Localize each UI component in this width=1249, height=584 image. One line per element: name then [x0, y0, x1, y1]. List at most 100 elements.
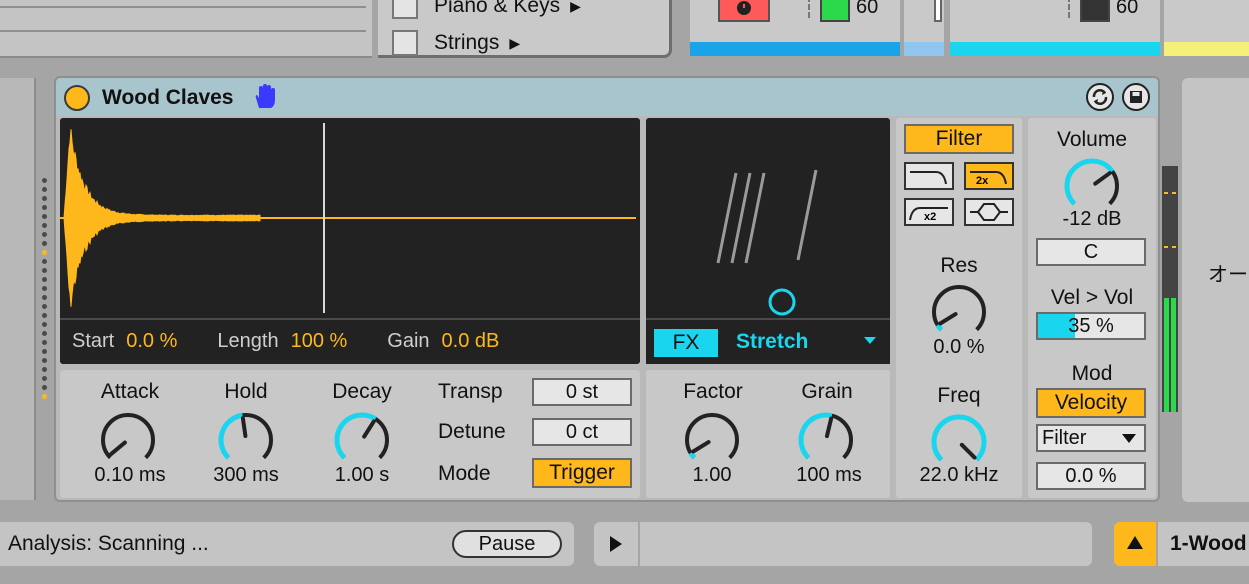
save-preset-button[interactable] — [1122, 83, 1150, 111]
chain-dot — [41, 313, 47, 318]
volume-value: 60 — [1116, 0, 1139, 18]
decay-knob[interactable] — [330, 408, 394, 472]
chain-dot — [41, 277, 47, 282]
bandpass-icon — [970, 203, 1008, 221]
volume-fader[interactable] — [820, 0, 850, 22]
chain-dot — [41, 196, 47, 201]
expand-arrow-icon: ▶ — [509, 34, 521, 51]
device-title-bar[interactable]: Wood Claves — [56, 78, 1158, 116]
volume-value: 60 — [856, 0, 879, 18]
filter-section: Filter 2x x2 Res 0.0 % Freq 22.0 kHz — [896, 118, 1022, 498]
chain-dot — [41, 358, 47, 363]
next-device-text: オー — [1208, 264, 1248, 286]
fx-toggle-button[interactable]: FX — [654, 329, 718, 357]
vel-vol-slider[interactable]: 35 % — [1036, 312, 1146, 340]
envelope-section: Attack 0.10 ms Hold 300 ms Decay 1.00 s … — [60, 370, 640, 498]
pan-field[interactable]: C — [1036, 238, 1146, 266]
mode-trigger-button[interactable]: Trigger — [532, 458, 632, 488]
pause-button[interactable]: Pause — [452, 530, 562, 558]
start-value[interactable]: 0.0 % — [126, 330, 177, 353]
track-color-bar — [690, 42, 900, 56]
grain-value: 100 ms — [796, 464, 862, 486]
grain-knob[interactable] — [794, 408, 858, 472]
hot-swap-button[interactable] — [1086, 83, 1114, 111]
device-title: Wood Claves — [102, 86, 234, 109]
chain-dot — [41, 214, 47, 219]
track-color-bar — [1164, 42, 1249, 56]
chain-dot — [41, 241, 47, 246]
xy-handle[interactable] — [768, 288, 796, 316]
dropdown-arrow-icon — [1122, 434, 1136, 443]
volume-fader[interactable] — [1080, 0, 1110, 22]
res-value: 0.0 % — [933, 336, 985, 358]
meter-ticks — [808, 0, 816, 18]
fx-type-selector[interactable]: Stretch — [736, 330, 808, 354]
bandpass-filter-button[interactable] — [964, 198, 1014, 226]
chain-dot — [41, 286, 47, 291]
browser-item-piano-keys[interactable]: Piano & Keys ▶ — [392, 0, 581, 21]
filter-toggle-button[interactable]: Filter — [904, 124, 1014, 154]
hand-icon[interactable] — [252, 84, 278, 110]
volume-label: Volume — [1056, 128, 1128, 151]
checkbox[interactable] — [392, 30, 418, 56]
browser-item-label: Strings — [434, 31, 500, 54]
vel-vol-label: Vel > Vol — [1050, 286, 1134, 309]
lowpass-2x-filter-button[interactable]: 2x — [964, 162, 1014, 190]
mod-amount-field[interactable]: 0.0 % — [1036, 462, 1146, 490]
dropdown-arrow-icon[interactable] — [864, 337, 876, 344]
device-power-button[interactable] — [64, 85, 90, 111]
chain-dot — [41, 331, 47, 336]
selected-track-name[interactable]: 1-Wood — [1158, 522, 1249, 566]
chain-dot — [41, 259, 47, 264]
lowpass-filter-button[interactable] — [904, 162, 954, 190]
length-value[interactable]: 100 % — [291, 330, 348, 353]
up-arrow-icon[interactable] — [1114, 522, 1156, 566]
hold-knob[interactable] — [214, 408, 278, 472]
res-label: Res — [940, 254, 978, 277]
gain-value[interactable]: 0.0 dB — [442, 330, 500, 353]
mod-source-button[interactable]: Velocity — [1036, 388, 1146, 418]
hold-value: 300 ms — [213, 464, 279, 486]
track-strip-4 — [1164, 0, 1249, 56]
chain-dot — [41, 250, 47, 255]
chain-dot — [41, 340, 47, 345]
attack-knob[interactable] — [96, 408, 160, 472]
clip-launch-button[interactable] — [718, 0, 770, 22]
lowpass-2x-icon: 2x — [970, 171, 1007, 187]
resonance-knob[interactable] — [927, 280, 991, 344]
highpass-2x-icon: x2 — [909, 207, 948, 223]
detune-label: Detune — [438, 420, 506, 443]
play-icon[interactable] — [594, 522, 638, 566]
preview-scrub-area[interactable] — [640, 522, 1092, 566]
sample-info-bar: Start 0.0 % Length 100 % Gain 0.0 dB — [60, 318, 640, 362]
track-name-label: 1-Wood — [1170, 532, 1247, 555]
output-section: Volume -12 dB C Vel > Vol 35 % Mod Veloc… — [1028, 118, 1156, 498]
checkbox[interactable] — [392, 0, 418, 19]
meter-ticks — [1068, 0, 1076, 18]
vel-vol-value: 35 % — [1068, 314, 1114, 337]
decay-label: Decay — [332, 380, 392, 403]
fader-handle[interactable] — [934, 0, 942, 22]
chain-dot — [41, 349, 47, 354]
divider — [0, 6, 366, 8]
attack-label: Attack — [100, 380, 160, 403]
detune-field[interactable]: 0 ct — [532, 418, 632, 446]
browser-list: Piano & Keys ▶ Strings ▶ — [378, 0, 672, 58]
status-text: Analysis: Scanning ... — [8, 532, 209, 555]
svg-text:x2: x2 — [924, 211, 936, 223]
transpose-field[interactable]: 0 st — [532, 378, 632, 406]
expand-arrow-icon: ▶ — [570, 0, 581, 14]
mod-target-select[interactable]: Filter — [1036, 424, 1146, 452]
freq-value: 22.0 kHz — [919, 464, 999, 486]
previous-device-edge — [0, 78, 36, 500]
factor-value: 1.00 — [692, 464, 732, 486]
volume-value: -12 dB — [1062, 208, 1122, 230]
simpler-device: Wood Claves Start 0.0 % Length 100 % Gai… — [54, 76, 1160, 502]
chain-dot — [41, 367, 47, 372]
highpass-2x-filter-button[interactable]: x2 — [904, 198, 954, 226]
browser-item-strings[interactable]: Strings ▶ — [392, 28, 520, 58]
factor-knob[interactable] — [680, 408, 744, 472]
track-strip-3: 60 — [950, 0, 1160, 56]
gain-label: Gain — [387, 329, 430, 352]
track-strip-1: 60 — [690, 0, 900, 56]
